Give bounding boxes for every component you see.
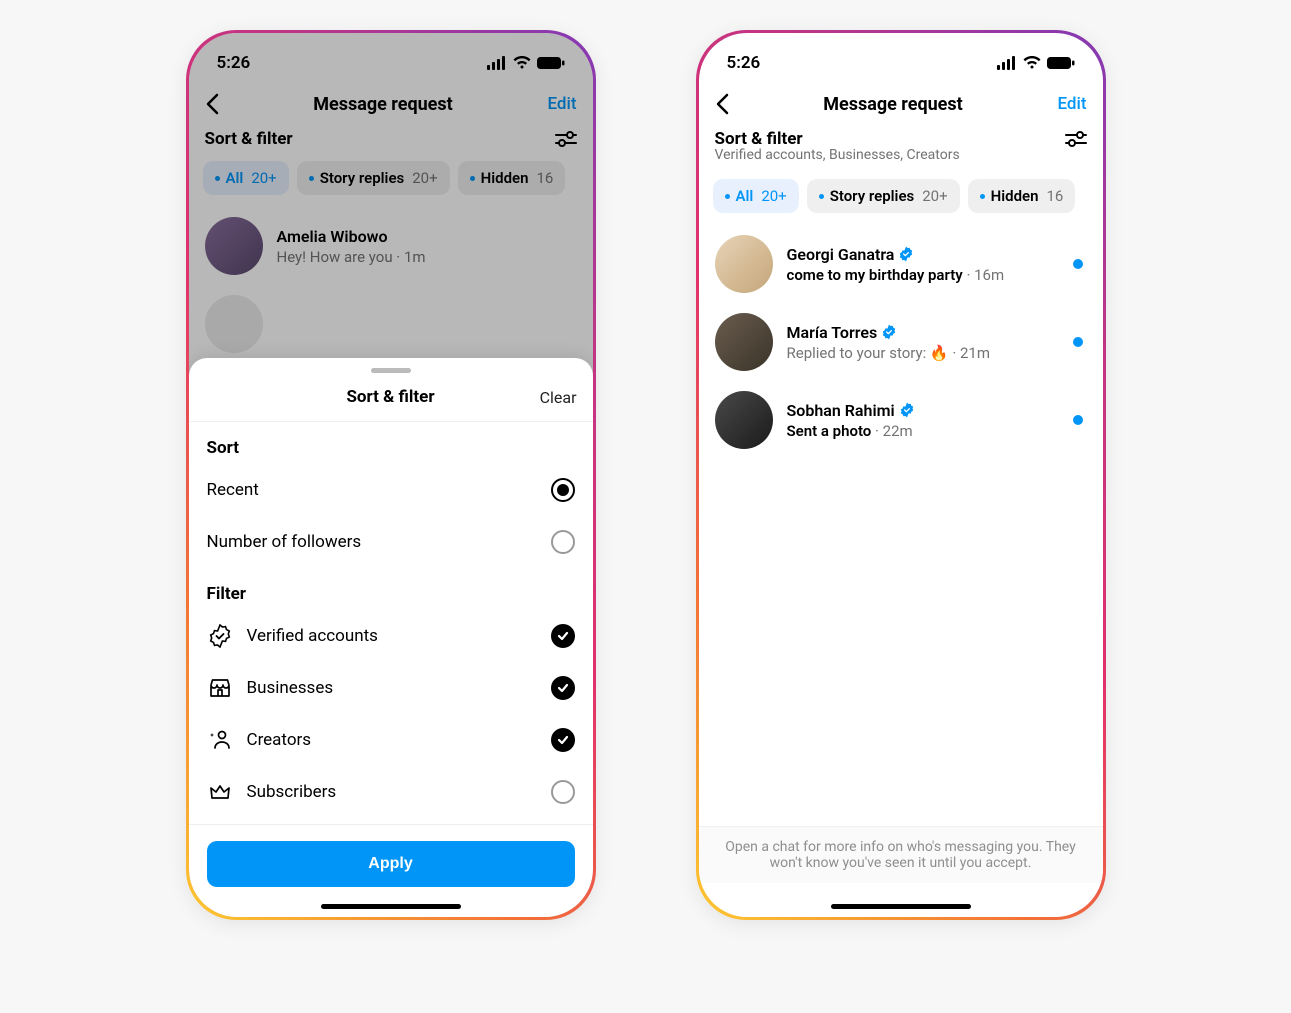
checkbox-on[interactable] <box>551 624 575 648</box>
filter-option-verified[interactable]: Verified accounts <box>189 610 593 662</box>
filter-option-subscribers[interactable]: Subscribers <box>189 766 593 818</box>
chip-story-replies[interactable]: Story replies 20+ <box>807 179 960 213</box>
filter-option-businesses[interactable]: Businesses <box>189 662 593 714</box>
chip-hidden[interactable]: Hidden 16 <box>968 179 1076 213</box>
back-button[interactable] <box>715 93 729 115</box>
verified-badge-icon <box>898 246 914 262</box>
sort-filter-label: Sort & filter <box>715 129 803 149</box>
checkbox-on[interactable] <box>551 676 575 700</box>
nav-bar: Message request Edit <box>699 85 1103 125</box>
avatar <box>715 313 773 371</box>
message-name: Sobhan Rahimi <box>787 401 1059 420</box>
sort-option-label: Number of followers <box>207 532 362 552</box>
chip-count: 16 <box>1046 187 1063 205</box>
sort-option-recent[interactable]: Recent <box>189 464 593 516</box>
phone-left: 5:26 Message request Edit Sort & filter <box>186 30 596 920</box>
sort-option-label: Recent <box>207 480 259 500</box>
checkbox-off[interactable] <box>551 780 575 804</box>
clear-button[interactable]: Clear <box>540 388 577 407</box>
filter-option-label: Creators <box>247 730 312 750</box>
battery-icon <box>1047 56 1075 70</box>
avatar <box>715 235 773 293</box>
message-row[interactable]: Georgi Ganatra come to my birthday party… <box>699 225 1103 303</box>
crown-icon <box>207 780 233 804</box>
phone-right: 5:26 Message request Edit Sort & filter … <box>696 30 1106 920</box>
message-text: Sent a photo · 22m <box>787 422 1059 440</box>
sliders-icon[interactable] <box>1065 130 1087 148</box>
chip-label: Hidden <box>991 187 1039 205</box>
status-time: 5:26 <box>727 53 761 73</box>
status-icons <box>997 56 1075 70</box>
message-row[interactable]: María Torres Replied to your story: 🔥 · … <box>699 303 1103 381</box>
footer-note: Open a chat for more info on who's messa… <box>699 826 1103 883</box>
sheet-grabber[interactable] <box>371 368 411 373</box>
chip-all[interactable]: All 20+ <box>713 179 799 213</box>
sort-filter-sheet: Sort & filter Clear Sort Recent Number o… <box>189 358 593 917</box>
signal-icon <box>997 56 1017 70</box>
filter-option-label: Verified accounts <box>247 626 378 646</box>
filter-chips: All 20+ Story replies 20+ Hidden 16 <box>699 171 1103 225</box>
sheet-title: Sort & filter <box>346 387 434 407</box>
verified-badge-icon <box>899 402 915 418</box>
chip-count: 20+ <box>761 187 786 205</box>
unread-indicator <box>1073 337 1083 347</box>
chip-count: 20+ <box>922 187 947 205</box>
chip-dot <box>819 194 824 199</box>
sort-section-label: Sort <box>189 422 593 464</box>
home-indicator <box>321 904 461 909</box>
home-indicator <box>831 904 971 909</box>
filter-option-label: Businesses <box>247 678 334 698</box>
filter-option-label: Subscribers <box>247 782 337 802</box>
edit-button[interactable]: Edit <box>1057 94 1086 114</box>
radio-unselected[interactable] <box>551 530 575 554</box>
chip-dot <box>725 194 730 199</box>
creator-icon <box>207 728 233 752</box>
sort-option-followers[interactable]: Number of followers <box>189 516 593 568</box>
unread-indicator <box>1073 259 1083 269</box>
sort-filter-row: Sort & filter <box>699 125 1103 149</box>
chip-label: Story replies <box>830 187 915 205</box>
apply-button[interactable]: Apply <box>207 841 575 887</box>
filter-option-creators[interactable]: Creators <box>189 714 593 766</box>
verified-badge-icon <box>881 324 897 340</box>
verified-icon <box>207 624 233 648</box>
nav-title: Message request <box>729 94 1058 115</box>
unread-indicator <box>1073 415 1083 425</box>
message-text: come to my birthday party · 16m <box>787 266 1059 284</box>
message-text: Replied to your story: 🔥 · 21m <box>787 344 1059 362</box>
avatar <box>715 391 773 449</box>
active-filters-subtitle: Verified accounts, Businesses, Creators <box>699 147 1103 171</box>
filter-section-label: Filter <box>189 568 593 610</box>
radio-selected[interactable] <box>551 478 575 502</box>
message-name: Georgi Ganatra <box>787 245 1059 264</box>
checkbox-on[interactable] <box>551 728 575 752</box>
chip-dot <box>980 194 985 199</box>
storefront-icon <box>207 676 233 700</box>
message-row[interactable]: Sobhan Rahimi Sent a photo · 22m <box>699 381 1103 459</box>
status-bar: 5:26 <box>699 33 1103 85</box>
message-name: María Torres <box>787 323 1059 342</box>
wifi-icon <box>1023 56 1041 70</box>
chip-label: All <box>736 187 754 205</box>
